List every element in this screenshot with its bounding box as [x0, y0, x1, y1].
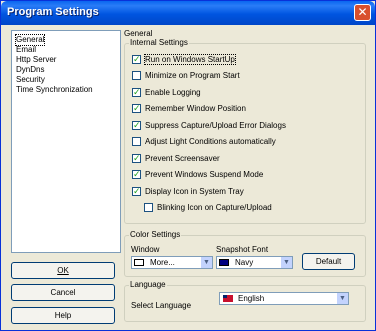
- ok-button-label: OK: [57, 266, 69, 275]
- checkbox-label: Run on Windows StartUp: [144, 54, 236, 65]
- close-icon: ✕: [357, 5, 368, 19]
- checkbox[interactable]: [144, 203, 153, 212]
- snapshot-font-color-select[interactable]: Navy ▼: [216, 256, 293, 269]
- language-select[interactable]: English ▼: [219, 292, 349, 305]
- check-icon: ✓: [133, 120, 141, 130]
- checkbox[interactable]: ✓: [132, 153, 141, 163]
- check-icon: ✓: [133, 169, 141, 179]
- window-color-select[interactable]: More... ▼: [131, 256, 213, 269]
- checkbox-label: Remember Window Position: [145, 104, 246, 113]
- snapshot-font-color-value: Navy: [235, 258, 254, 267]
- checkbox-label: Enable Logging: [145, 88, 201, 97]
- window-color-label: Window: [131, 245, 160, 254]
- checkbox[interactable]: ✓: [132, 54, 141, 64]
- checkbox-label: Display Icon in System Tray: [145, 187, 244, 196]
- check-icon: ✓: [133, 87, 141, 97]
- program-settings-dialog: Program Settings ✕ General Email Http Se…: [0, 0, 376, 331]
- dialog-body: General Email Http Server DynDns Securit…: [4, 26, 372, 327]
- language-value: English: [238, 294, 265, 303]
- internal-settings-group: Internal Settings ✓ Run on Windows StartU…: [124, 38, 366, 224]
- checkbox-label: Prevent Windows Suspend Mode: [145, 170, 264, 179]
- tree-item-dyndns[interactable]: DynDns: [16, 65, 44, 75]
- check-icon: ✓: [133, 54, 141, 64]
- checkbox[interactable]: ✓: [132, 103, 141, 113]
- checkbox[interactable]: ✓: [132, 169, 141, 179]
- tree-item-security[interactable]: Security: [16, 75, 45, 85]
- tree-item-time-synchronization[interactable]: Time Synchronization: [16, 85, 93, 95]
- chevron-down-icon[interactable]: ▼: [336, 293, 348, 304]
- chevron-down-icon[interactable]: ▼: [280, 257, 292, 268]
- cancel-button[interactable]: Cancel: [11, 284, 115, 301]
- checkbox-label: Prevent Screensaver: [145, 154, 220, 163]
- color-settings-group: Color Settings Window More... ▼ Snapshot…: [124, 230, 366, 277]
- window-color-value: More...: [150, 258, 175, 267]
- language-title: Language: [129, 280, 167, 289]
- help-button[interactable]: Help: [11, 307, 115, 324]
- tree-item-http-server[interactable]: Http Server: [16, 55, 56, 65]
- window-title: Program Settings: [7, 6, 99, 18]
- checkbox[interactable]: ✓: [132, 87, 141, 97]
- english-flag-icon: [223, 295, 233, 302]
- checkbox[interactable]: ✓: [132, 186, 141, 196]
- snapshot-font-color-swatch: [219, 259, 229, 266]
- snapshot-font-label: Snapshot Font: [216, 245, 269, 254]
- checkbox[interactable]: ✓: [132, 120, 141, 130]
- checkbox[interactable]: [132, 71, 141, 80]
- tree-item-email[interactable]: Email: [16, 45, 36, 55]
- settings-tree: General Email Http Server DynDns Securit…: [11, 30, 121, 253]
- checkbox-label: Adjust Light Conditions automatically: [145, 137, 276, 146]
- checkbox[interactable]: [132, 137, 141, 146]
- select-language-label: Select Language: [131, 301, 192, 310]
- default-button-label: Default: [315, 257, 342, 266]
- title-bar[interactable]: Program Settings ✕: [1, 1, 375, 25]
- general-section-label: General: [124, 29, 153, 38]
- internal-settings-title: Internal Settings: [129, 38, 189, 47]
- chevron-down-icon[interactable]: ▼: [200, 257, 212, 268]
- checkbox-label: Suppress Capture/Upload Error Dialogs: [145, 121, 286, 130]
- check-icon: ✓: [133, 103, 141, 113]
- checkbox-label: Minimize on Program Start: [145, 71, 240, 80]
- window-color-swatch: [134, 259, 144, 266]
- color-settings-title: Color Settings: [129, 230, 182, 239]
- language-group: Language Select Language English ▼: [124, 280, 366, 322]
- check-icon: ✓: [133, 186, 141, 196]
- ok-button[interactable]: OK: [11, 262, 115, 279]
- checkbox-label: Blinking Icon on Capture/Upload: [157, 203, 272, 212]
- check-icon: ✓: [133, 153, 141, 163]
- cancel-button-label: Cancel: [50, 288, 76, 297]
- help-button-label: Help: [54, 311, 72, 320]
- tree-item-general[interactable]: General: [14, 34, 46, 46]
- close-button[interactable]: ✕: [354, 4, 371, 21]
- default-button[interactable]: Default: [302, 253, 355, 270]
